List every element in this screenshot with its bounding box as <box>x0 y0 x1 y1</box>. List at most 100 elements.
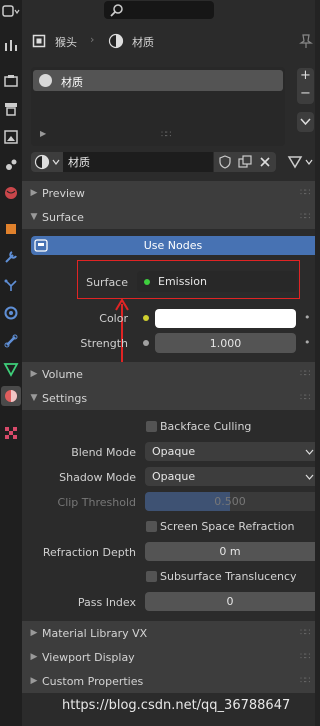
custom-properties-panel-title: Custom Properties <box>42 674 144 688</box>
collapsed-triangle-icon: ▶ <box>30 676 38 686</box>
browse-material-button[interactable] <box>31 152 63 172</box>
pass-index-label: Pass Index <box>77 596 136 609</box>
tool-tab-icon[interactable] <box>2 36 20 54</box>
blend-mode-value: Opaque <box>152 445 196 458</box>
clip-threshold-slider[interactable]: 0.500 <box>145 492 315 511</box>
collapsed-triangle-icon: ▶ <box>30 369 38 379</box>
blend-mode-label: Blend Mode <box>71 446 136 459</box>
material-slot-item[interactable]: 材质 <box>33 70 283 91</box>
use-nodes-label: Use Nodes <box>143 239 203 252</box>
collapsed-triangle-icon: ▶ <box>30 188 38 198</box>
node-tree-icon <box>34 239 48 252</box>
drag-handle-icon[interactable]: ∷∷ <box>300 676 311 686</box>
clip-threshold-value: 0.500 <box>214 495 246 508</box>
chevron-down-icon <box>305 159 313 165</box>
constraints-tab-icon[interactable] <box>2 332 20 350</box>
settings-panel-header[interactable]: ▼ Settings ∷∷ <box>22 386 315 410</box>
volume-panel-header[interactable]: ▶ Volume ∷∷ <box>22 362 315 386</box>
pass-index-field[interactable]: 0 <box>145 592 315 611</box>
search-input[interactable] <box>104 1 214 19</box>
expanded-triangle-icon: ▼ <box>30 212 38 222</box>
chevron-down-icon <box>52 159 60 165</box>
strength-field[interactable]: 1.000 <box>155 333 296 353</box>
particles-tab-icon[interactable] <box>2 276 20 294</box>
material-sphere-icon <box>34 154 50 170</box>
duplicate-icon[interactable] <box>238 155 252 169</box>
output-tab-icon[interactable] <box>2 100 20 118</box>
view-layer-tab-icon[interactable] <box>2 128 20 146</box>
clip-threshold-label: Clip Threshold <box>57 496 136 509</box>
pin-icon[interactable] <box>299 33 313 49</box>
material-preview-icon <box>39 74 52 87</box>
pass-index-value: 0 <box>226 595 234 608</box>
strength-label: Strength <box>80 337 128 350</box>
drag-handle-icon[interactable]: ∷∷ <box>300 393 311 403</box>
breadcrumb: 猴头 › 材质 <box>22 22 315 62</box>
refraction-depth-value: 0 m <box>219 545 241 558</box>
close-icon[interactable] <box>259 156 271 168</box>
object-tab-icon[interactable] <box>2 220 20 238</box>
slot-link-button[interactable] <box>284 152 315 172</box>
link-mode-icon <box>287 156 303 169</box>
keyframe-dot-icon[interactable]: • <box>304 311 311 324</box>
strength-socket-icon[interactable] <box>143 340 149 346</box>
fake-user-shield-icon[interactable] <box>218 155 232 169</box>
expand-triangle-icon[interactable]: ▶ <box>40 129 46 138</box>
ssr-label: Screen Space Refraction <box>160 520 295 533</box>
shadow-mode-value: Opaque <box>152 470 196 483</box>
material-tab-icon[interactable] <box>1 386 21 406</box>
surface-panel-title: Surface <box>42 210 84 224</box>
shadow-mode-select[interactable]: Opaque <box>145 467 315 486</box>
slot-label: 材质 <box>61 76 83 89</box>
refraction-depth-label: Refraction Depth <box>42 546 136 559</box>
material-icon <box>108 33 124 49</box>
chevron-down-icon <box>300 118 311 126</box>
modifier-tab-icon[interactable] <box>2 248 20 266</box>
object-data-tab-icon[interactable] <box>2 360 20 378</box>
color-socket-icon[interactable] <box>143 315 149 321</box>
preview-panel-header[interactable]: ▶ Preview ∷∷ <box>22 181 315 205</box>
breadcrumb-separator-icon: › <box>90 33 95 46</box>
remove-slot-button[interactable]: − <box>300 86 311 101</box>
chevron-down-icon <box>305 449 314 455</box>
drag-handle-icon[interactable]: ∷∷ <box>300 652 311 662</box>
material-name-value: 材质 <box>68 156 90 169</box>
scene-tab-icon[interactable] <box>2 156 20 174</box>
drag-handle-icon[interactable]: ∷∷ <box>300 188 311 198</box>
viewport-display-panel-header[interactable]: ▶ Viewport Display ∷∷ <box>22 645 315 669</box>
material-name-field[interactable]: 材质 <box>63 152 213 172</box>
subsurface-checkbox[interactable] <box>146 571 157 582</box>
subsurface-label: Subsurface Translucency <box>160 570 297 583</box>
backface-culling-checkbox[interactable] <box>146 421 157 432</box>
annotation-highlight-box <box>77 260 300 299</box>
color-swatch[interactable] <box>155 309 296 328</box>
material-actions <box>214 152 276 172</box>
drag-handle-icon[interactable]: ∷∷ <box>300 628 311 638</box>
render-tab-icon[interactable] <box>2 72 20 90</box>
drag-handle-icon[interactable]: ∷∷ <box>300 369 311 379</box>
object-name: 猴头 <box>55 36 77 49</box>
keyframe-dot-icon[interactable]: • <box>304 336 311 349</box>
refraction-depth-field[interactable]: 0 m <box>145 542 315 561</box>
collapsed-triangle-icon: ▶ <box>30 652 38 662</box>
material-library-panel-header[interactable]: ▶ Material Library VX ∷∷ <box>22 621 315 645</box>
material-library-panel-title: Material Library VX <box>42 626 148 640</box>
volume-panel-title: Volume <box>42 367 83 381</box>
resize-handle-icon[interactable]: ∷∷ <box>161 130 172 140</box>
slot-specials-button[interactable] <box>297 112 314 132</box>
use-nodes-button[interactable]: Use Nodes <box>31 236 315 255</box>
add-slot-button[interactable]: + <box>300 68 311 83</box>
blend-mode-select[interactable]: Opaque <box>145 442 315 461</box>
surface-panel-header[interactable]: ▼ Surface ∷∷ <box>22 205 315 229</box>
drag-handle-icon[interactable]: ∷∷ <box>300 212 311 222</box>
custom-properties-panel-header[interactable]: ▶ Custom Properties ∷∷ <box>22 669 315 693</box>
shadow-mode-label: Shadow Mode <box>59 471 136 484</box>
editor-type-icon[interactable] <box>2 2 20 20</box>
texture-tab-icon[interactable] <box>2 424 20 442</box>
physics-tab-icon[interactable] <box>2 304 20 322</box>
ssr-checkbox[interactable] <box>146 521 157 532</box>
settings-panel-title: Settings <box>42 391 88 405</box>
slot-add-remove: + − <box>297 68 314 104</box>
world-tab-icon[interactable] <box>2 184 20 202</box>
expanded-triangle-icon: ▼ <box>30 393 38 403</box>
